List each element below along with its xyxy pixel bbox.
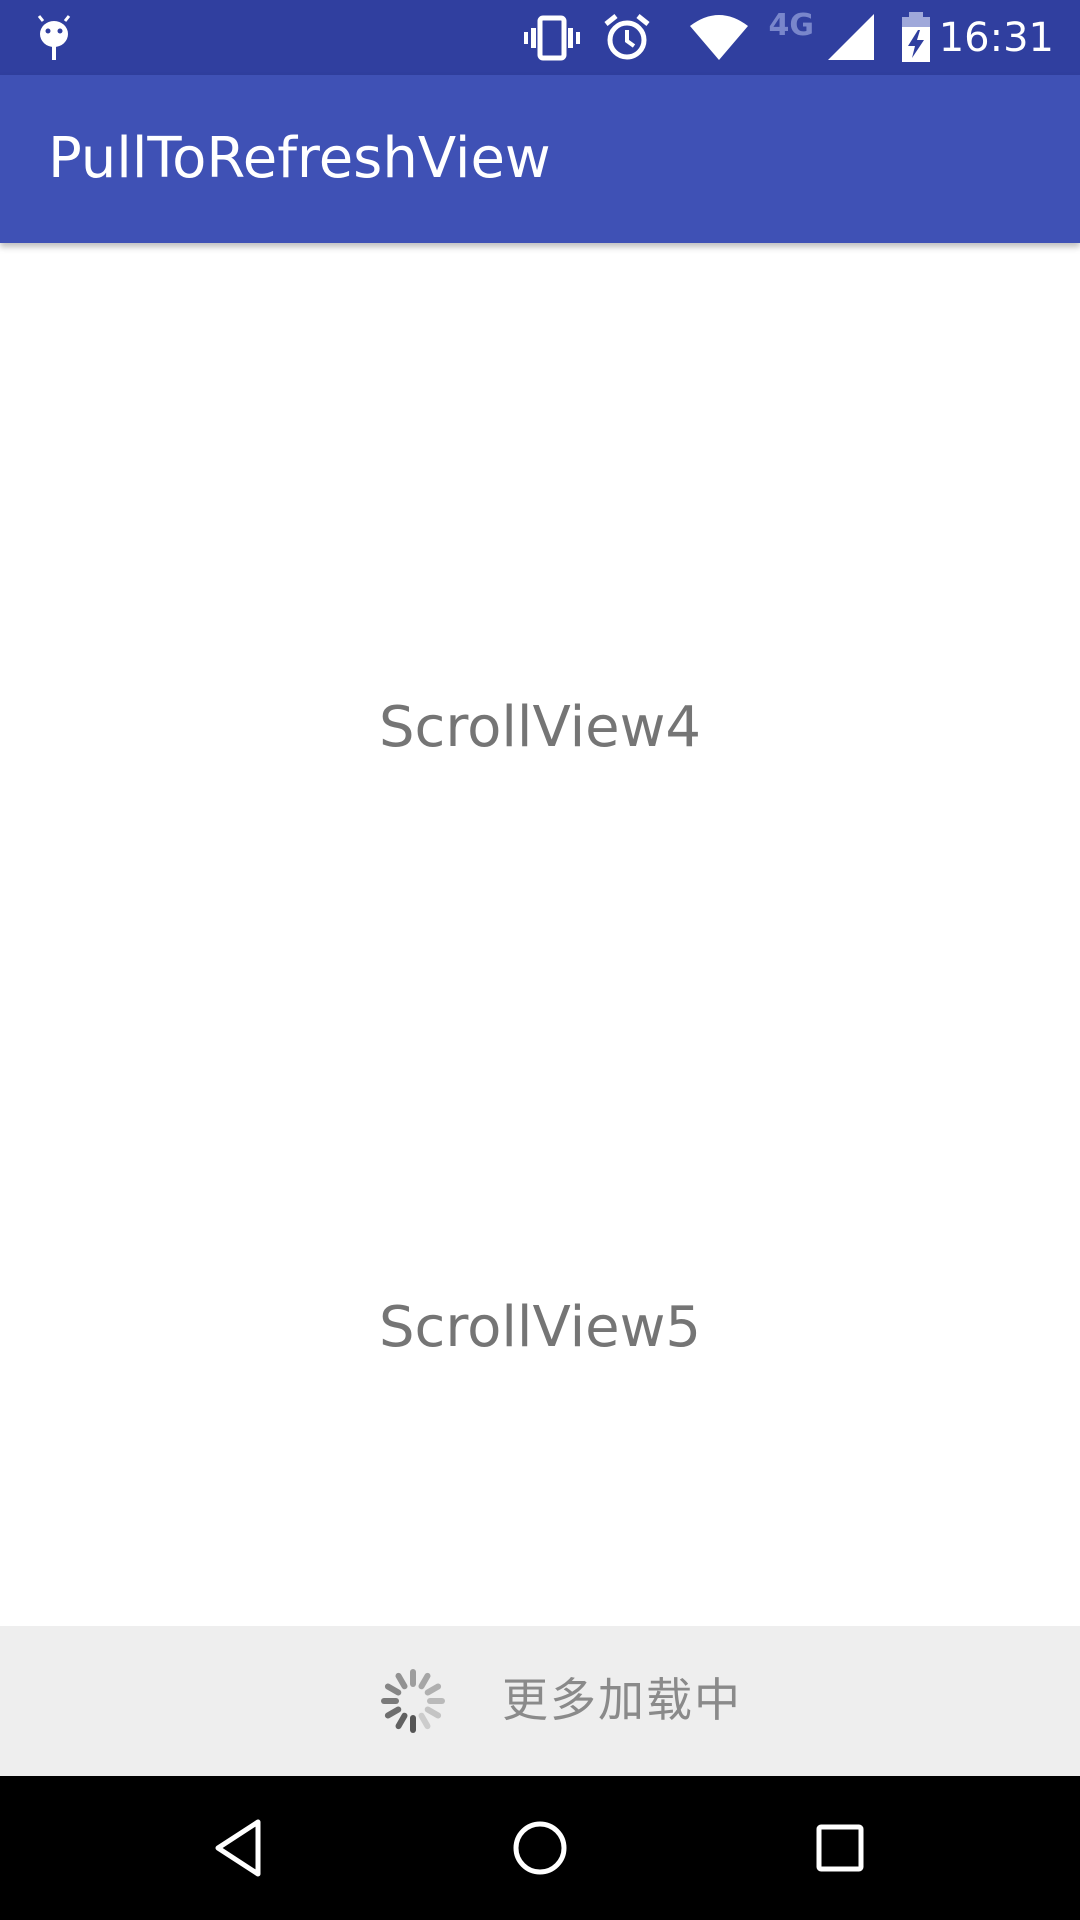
android-debug-icon <box>37 15 71 60</box>
screen: 4G 16:31 PullToRefreshView ScrollView4 S… <box>0 0 1080 1920</box>
app-bar: PullToRefreshView <box>0 75 1080 243</box>
status-bar: 4G 16:31 <box>0 0 1080 75</box>
vibrate-icon <box>524 15 580 61</box>
load-more-text: 更多加载中 <box>502 1673 742 1727</box>
wifi-icon <box>690 15 748 60</box>
app-title: PullToRefreshView <box>48 126 551 191</box>
status-time: 16:31 <box>938 15 1054 61</box>
load-more-footer: 更多加载中 <box>0 1626 1080 1776</box>
scroll-view-item: ScrollView5 <box>378 1295 702 1360</box>
battery-charging-icon <box>902 12 930 62</box>
navigation-bar <box>0 1776 1080 1920</box>
recent-apps-icon[interactable] <box>804 1812 876 1884</box>
back-icon[interactable] <box>204 1812 276 1884</box>
cell-signal-icon <box>828 14 874 60</box>
network-type-label: 4G <box>768 8 815 43</box>
scroll-view-item: ScrollView4 <box>378 695 702 760</box>
alarm-icon <box>604 14 650 60</box>
home-icon[interactable] <box>504 1812 576 1884</box>
loading-spinner-icon <box>381 1669 445 1733</box>
scroll-content[interactable]: ScrollView4 ScrollView5 <box>0 243 1080 1626</box>
